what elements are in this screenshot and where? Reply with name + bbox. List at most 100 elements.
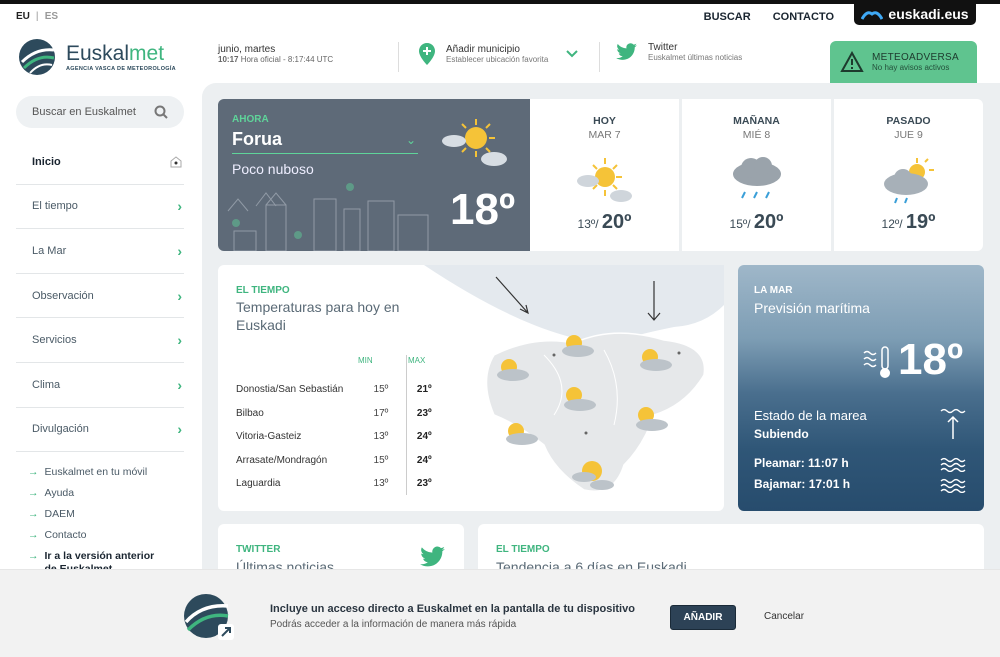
top-nav: BUSCAR CONTACTO	[704, 11, 834, 23]
sidebar-item-inicio[interactable]: Inicio	[16, 140, 184, 185]
twitter-header-subtitle: Euskalmet últimas noticias	[648, 53, 743, 62]
cancel-button[interactable]: Cancelar	[764, 611, 804, 622]
sea-forecast-card[interactable]: LA MAR Previsión marítima 18º Estado de …	[738, 265, 984, 511]
contact-link[interactable]: CONTACTO	[773, 11, 834, 23]
link-label: DAEM	[44, 508, 75, 520]
add-municipality-title: Añadir municipio	[446, 44, 520, 55]
sidebar-item-label: La Mar	[32, 244, 67, 257]
banner-subtitle: Podrás acceder a la información de maner…	[270, 619, 517, 630]
arrow-right-icon: →	[28, 508, 39, 520]
sidebar-item-clima[interactable]: Clima ›	[16, 363, 184, 408]
row-city: Donostia/San Sebastián	[236, 384, 344, 396]
date-time: 10:17	[218, 55, 239, 64]
cloud-sun-icon	[883, 158, 934, 204]
forecast-date: MAR 7	[588, 129, 621, 141]
forecast-max: 19º	[905, 211, 936, 233]
lang-es[interactable]: ES	[45, 11, 58, 22]
row-min: 15º	[373, 454, 389, 466]
forecast-date: JUE 9	[894, 129, 923, 141]
link-movil[interactable]: → Euskalmet en tu móvil	[28, 466, 169, 478]
temperature-table: Donostia/San Sebastián 15º 21º Bilbao 17º 23…	[236, 378, 446, 496]
table-row: Laguardia 13º 23º	[236, 472, 446, 496]
row-min: 15º	[373, 384, 389, 396]
link-ayuda[interactable]: → Ayuda	[28, 487, 169, 499]
chevron-right-icon: ›	[177, 421, 182, 438]
current-weather-card[interactable]: AHORA Forua ⌄ Poco nuboso 18º	[218, 99, 530, 251]
forecast-min: 12º	[881, 217, 900, 231]
twitter-card-label: TWITTER	[236, 544, 281, 555]
now-city[interactable]: Forua	[232, 129, 282, 150]
search-link[interactable]: BUSCAR	[704, 11, 751, 23]
search-input[interactable]: Buscar en Euskalmet	[16, 96, 184, 128]
arrow-right-icon: →	[28, 466, 39, 478]
link-label: Ayuda	[44, 487, 75, 499]
forecast-day-after[interactable]: PASADO JUE 9 12º/ 19º	[834, 99, 983, 251]
forecast-day-today[interactable]: HOY MAR 7 13º/ 20º	[530, 99, 679, 251]
low-tide-icon	[940, 478, 966, 493]
sidebar-item-divulgacion[interactable]: Divulgación ›	[16, 408, 184, 453]
logo-icon	[19, 39, 55, 75]
add-municipality[interactable]: Añadir municipio Establecer ubicación fa…	[418, 42, 578, 66]
sidebar-item-el-tiempo[interactable]: El tiempo ›	[16, 185, 184, 230]
euskadi-logo-icon	[861, 11, 884, 20]
sidebar-item-servicios[interactable]: Servicios ›	[16, 318, 184, 363]
euskadi-eus-button[interactable]: euskadi.eus	[854, 3, 976, 25]
top-bar	[0, 0, 1000, 4]
table-row: Bilbao 17º 23º	[236, 402, 446, 426]
banner-title: Incluye un acceso directo a Euskalmet en…	[270, 603, 635, 615]
warning-icon	[840, 51, 864, 72]
pleamar: Pleamar: 11:07 h	[754, 456, 849, 470]
forecast-date: MIÉ 8	[742, 129, 771, 141]
table-row: Vitoria-Gasteiz 13º 24º	[236, 425, 446, 449]
header-divider	[599, 42, 600, 72]
forecast-name: PASADO	[886, 115, 931, 127]
chevron-right-icon: ›	[177, 376, 182, 393]
add-shortcut-button[interactable]: AÑADIR	[670, 605, 736, 630]
link-contacto[interactable]: → Contacto	[28, 529, 169, 541]
link-daem[interactable]: → DAEM	[28, 508, 169, 520]
chevron-down-icon[interactable]: ⌄	[406, 133, 416, 147]
now-condition: Poco nuboso	[232, 161, 314, 177]
forecast-temps: 13º/ 20º	[577, 211, 632, 233]
euskalmet-logo[interactable]: Euskalmet AGENCIA VASCA DE METEOROLOGÍA	[18, 38, 176, 76]
lang-eu[interactable]: EU	[16, 11, 30, 22]
now-temp: 18º	[450, 185, 516, 234]
sidebar-item-label: Observación	[32, 289, 94, 302]
chevron-down-icon[interactable]	[566, 50, 578, 58]
logo-name-b: met	[129, 42, 165, 65]
forecast-temps: 15º/ 20º	[729, 211, 784, 233]
euskadi-map[interactable]	[424, 265, 724, 511]
high-tide-icon	[940, 457, 966, 472]
search-icon[interactable]	[154, 105, 168, 119]
meteoadversa-alert[interactable]: METEOADVERSA No hay avisos activos	[830, 41, 977, 83]
tiempo-label: EL TIEMPO	[236, 285, 290, 296]
arrow-right-icon: →	[28, 487, 39, 499]
forecast-temps: 12º/ 19º	[881, 211, 936, 233]
sidebar-item-label: El tiempo	[32, 200, 78, 213]
forecast-day-tomorrow[interactable]: MAÑANA MIÉ 8 15º/ 20º	[682, 99, 831, 251]
euskadi-eus-label: euskadi.eus	[888, 6, 969, 22]
forecast-name: HOY	[593, 115, 616, 127]
chevron-right-icon: ›	[177, 242, 182, 259]
alert-title: METEOADVERSA	[872, 52, 959, 63]
sidebar-item-la-mar[interactable]: La Mar ›	[16, 229, 184, 274]
sidebar-item-observacion[interactable]: Observación ›	[16, 274, 184, 319]
max-header: MAX	[408, 356, 426, 365]
tide-label: Estado de la marea	[754, 408, 867, 423]
table-row: Donostia/San Sebastián 15º 21º	[236, 378, 446, 402]
date-time-line: 10:17 Hora oficial - 8:17:44 UTC	[218, 55, 333, 64]
twitter-header-link[interactable]: Twitter Euskalmet últimas noticias	[616, 42, 742, 62]
mar-title: Previsión marítima	[754, 300, 870, 316]
alert-subtitle: No hay avisos activos	[872, 63, 950, 72]
chevron-right-icon: ›	[177, 332, 182, 349]
logo-name-a: Euskal	[66, 42, 130, 65]
row-city: Vitoria-Gasteiz	[236, 431, 302, 443]
app-logo-icon	[184, 594, 234, 640]
logo-subtitle: AGENCIA VASCA DE METEOROLOGÍA	[66, 66, 176, 72]
rain-cloud-icon	[732, 157, 781, 199]
now-label: AHORA	[232, 114, 269, 125]
sidebar-item-label: Inicio	[32, 155, 61, 168]
sidebar-item-label: Servicios	[32, 334, 77, 347]
row-city: Bilbao	[236, 407, 264, 419]
sidebar-item-label: Clima	[32, 378, 61, 391]
